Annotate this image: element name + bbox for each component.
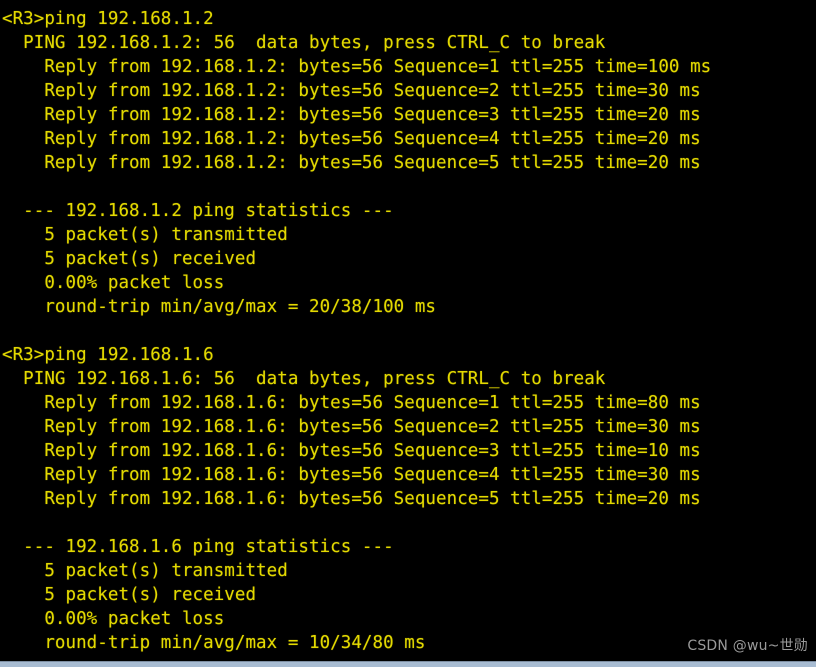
console-line: 5 packet(s) transmitted bbox=[2, 225, 288, 245]
watermark-label: CSDN @wu~世勋 bbox=[687, 638, 808, 654]
console-output[interactable]: <R3>ping 192.168.1.2 PING 192.168.1.2: 5… bbox=[0, 0, 816, 655]
console-line: round-trip min/avg/max = 20/38/100 ms bbox=[2, 297, 437, 317]
console-line: Reply from 192.168.1.2: bytes=56 Sequenc… bbox=[2, 57, 712, 77]
console-line: Reply from 192.168.1.6: bytes=56 Sequenc… bbox=[2, 393, 701, 413]
console-line: 5 packet(s) received bbox=[2, 585, 257, 605]
console-line: <R3>ping 192.168.1.2 bbox=[2, 9, 214, 29]
console-line: 0.00% packet loss bbox=[2, 609, 225, 629]
console-line: PING 192.168.1.6: 56 data bytes, press C… bbox=[2, 369, 606, 389]
console-line: 5 packet(s) received bbox=[2, 249, 257, 269]
terminal-window[interactable]: <R3>ping 192.168.1.2 PING 192.168.1.2: 5… bbox=[0, 0, 816, 667]
console-line: Reply from 192.168.1.6: bytes=56 Sequenc… bbox=[2, 441, 701, 461]
console-line: <R3>ping 192.168.1.6 bbox=[2, 345, 214, 365]
console-line: Reply from 192.168.1.6: bytes=56 Sequenc… bbox=[2, 489, 701, 509]
window-bottom-bar bbox=[0, 661, 816, 667]
console-line: Reply from 192.168.1.6: bytes=56 Sequenc… bbox=[2, 465, 701, 485]
console-line: Reply from 192.168.1.2: bytes=56 Sequenc… bbox=[2, 81, 701, 101]
console-line: Reply from 192.168.1.2: bytes=56 Sequenc… bbox=[2, 105, 701, 125]
console-line: Reply from 192.168.1.2: bytes=56 Sequenc… bbox=[2, 129, 701, 149]
console-line: PING 192.168.1.2: 56 data bytes, press C… bbox=[2, 33, 606, 53]
console-line: Reply from 192.168.1.6: bytes=56 Sequenc… bbox=[2, 417, 701, 437]
console-line: --- 192.168.1.6 ping statistics --- bbox=[2, 537, 394, 557]
console-line: --- 192.168.1.2 ping statistics --- bbox=[2, 201, 394, 221]
console-line: 0.00% packet loss bbox=[2, 273, 225, 293]
console-line: Reply from 192.168.1.2: bytes=56 Sequenc… bbox=[2, 153, 701, 173]
console-line: 5 packet(s) transmitted bbox=[2, 561, 288, 581]
